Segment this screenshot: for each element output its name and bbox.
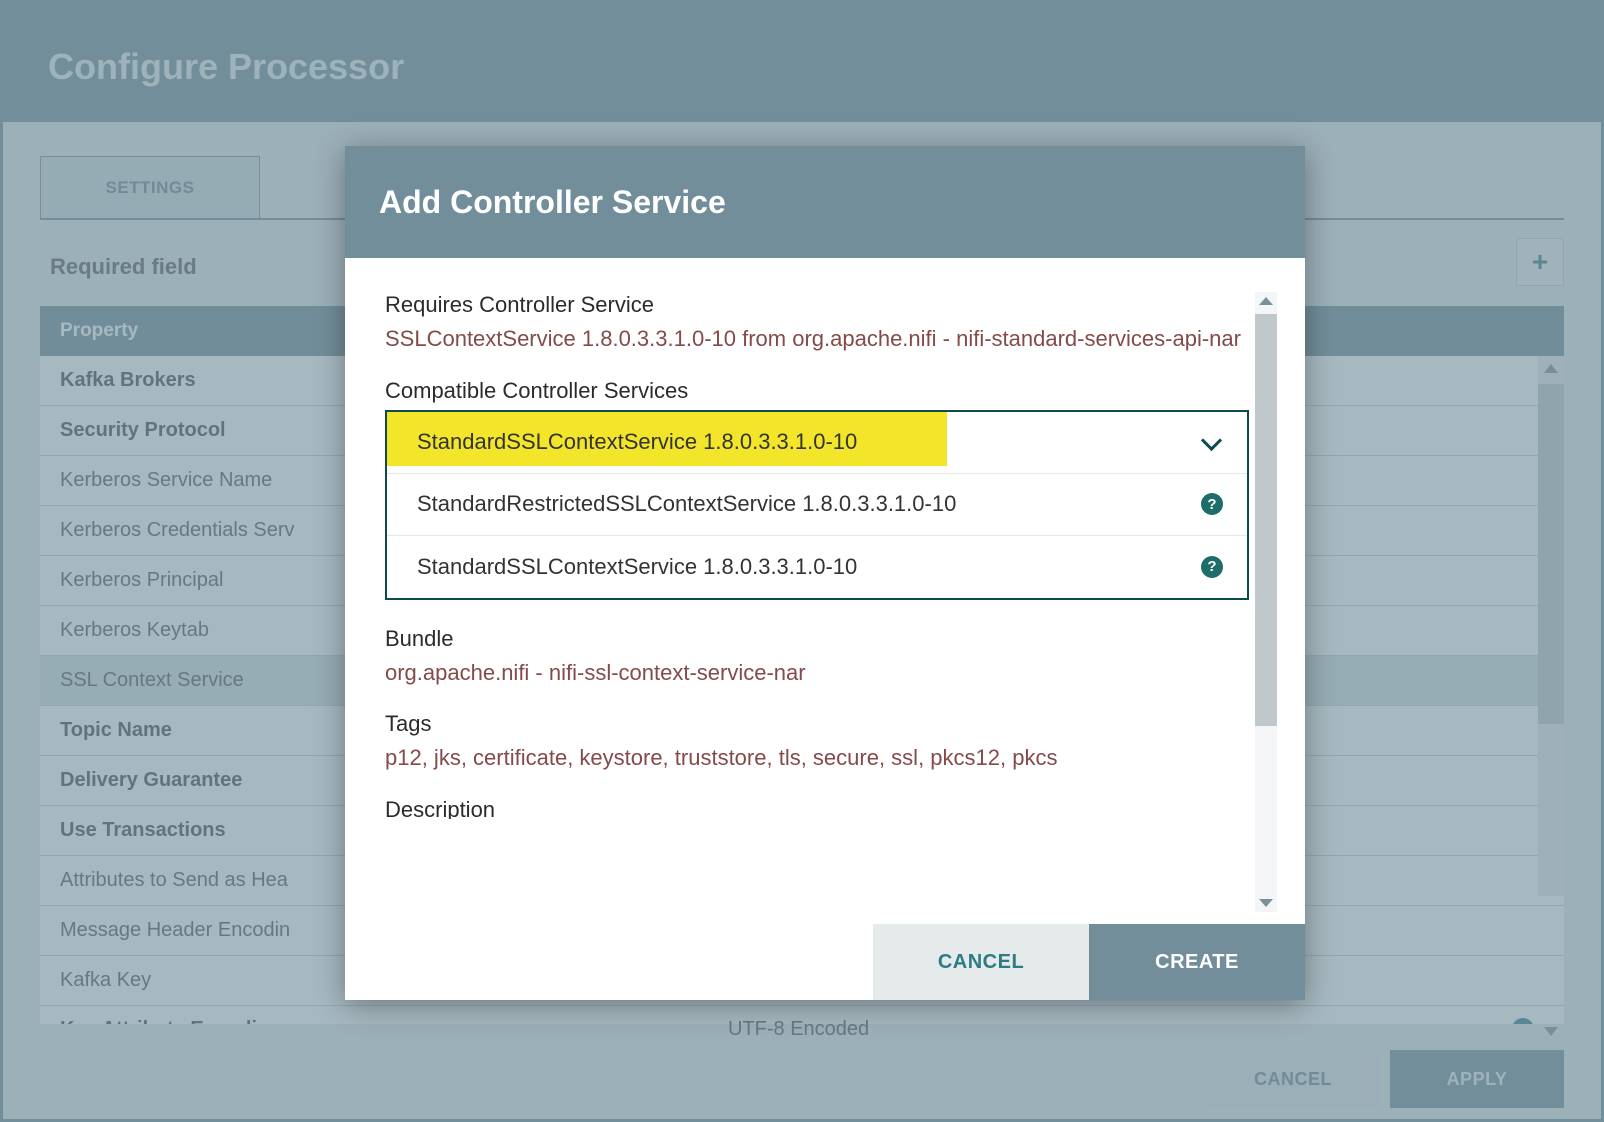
combo-option-label: StandardRestrictedSSLContextService 1.8.… xyxy=(417,491,956,517)
tags-value: p12, jks, certificate, keystore, trustst… xyxy=(385,743,1249,773)
modal-create-button[interactable]: CREATE xyxy=(1089,924,1305,1000)
modal-footer: CANCEL CREATE xyxy=(345,924,1305,1000)
requires-label: Requires Controller Service xyxy=(385,292,1249,318)
compatible-label: Compatible Controller Services xyxy=(385,378,1249,404)
modal-scrollbar[interactable] xyxy=(1255,292,1277,912)
scroll-thumb[interactable] xyxy=(1255,314,1277,726)
modal-cancel-button[interactable]: CANCEL xyxy=(873,924,1089,1000)
compatible-services-combo[interactable]: StandardSSLContextService 1.8.0.3.3.1.0-… xyxy=(385,410,1249,600)
combo-option-label: StandardSSLContextService 1.8.0.3.3.1.0-… xyxy=(417,429,857,455)
help-icon[interactable]: ? xyxy=(1201,556,1223,578)
scroll-up-icon[interactable] xyxy=(1259,297,1273,305)
bundle-value: org.apache.nifi - nifi-ssl-context-servi… xyxy=(385,658,1249,688)
combo-option-selected[interactable]: StandardSSLContextService 1.8.0.3.3.1.0-… xyxy=(387,412,1247,474)
add-controller-service-dialog: Add Controller Service Requires Controll… xyxy=(345,146,1305,1000)
help-icon[interactable]: ? xyxy=(1201,493,1223,515)
bundle-label: Bundle xyxy=(385,626,1249,652)
description-label: Description xyxy=(385,797,1249,819)
tags-label: Tags xyxy=(385,711,1249,737)
modal-body: Requires Controller Service SSLContextSe… xyxy=(345,258,1305,924)
combo-option-label: StandardSSLContextService 1.8.0.3.3.1.0-… xyxy=(417,554,857,580)
combo-option[interactable]: StandardRestrictedSSLContextService 1.8.… xyxy=(387,474,1247,536)
requires-value: SSLContextService 1.8.0.3.3.1.0-10 from … xyxy=(385,324,1249,354)
scroll-down-icon[interactable] xyxy=(1259,899,1273,907)
modal-title: Add Controller Service xyxy=(345,146,1305,258)
combo-option[interactable]: StandardSSLContextService 1.8.0.3.3.1.0-… xyxy=(387,536,1247,598)
chevron-down-icon[interactable] xyxy=(1201,431,1223,453)
